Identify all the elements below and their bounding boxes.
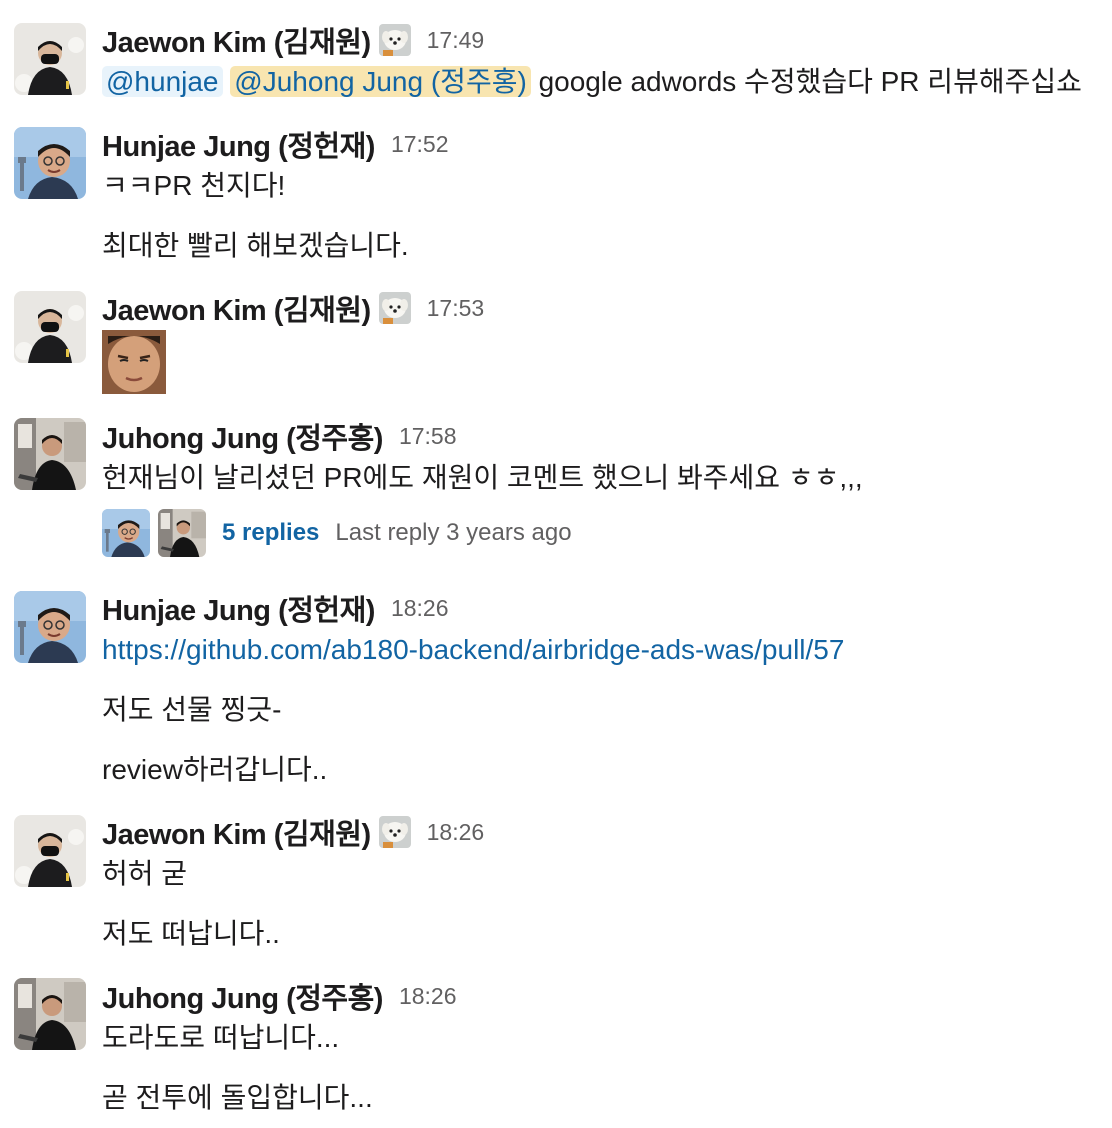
author-name[interactable]: Hunjae Jung (정헌재): [102, 587, 375, 629]
avatar-juhong[interactable]: [14, 978, 86, 1050]
message-text: 저도 선물 찡긋-: [102, 694, 282, 725]
message-header: Jaewon Kim (김재원) 17:49: [102, 20, 484, 60]
avatar-jaewon[interactable]: [14, 815, 86, 887]
timestamp[interactable]: 18:26: [391, 595, 449, 622]
avatar-jaewon[interactable]: [14, 291, 86, 363]
timestamp[interactable]: 17:53: [427, 295, 485, 322]
message-header: Hunjae Jung (정헌재) 18:26: [102, 588, 449, 628]
puppy-status-icon[interactable]: [379, 292, 411, 324]
message-text: 최대한 빨리 해보겠습니다.: [102, 230, 409, 261]
timestamp[interactable]: 17:58: [399, 423, 457, 450]
message-text: https://github.com/ab180-backend/airbrid…: [102, 630, 844, 670]
face-image[interactable]: [102, 330, 166, 394]
message-text: 곧 전투에 돌입합니다...: [102, 1082, 373, 1113]
message-text: 헌재님이 날리셨던 PR에도 재원이 코멘트 했으니 봐주세요 ㅎㅎ,,,: [102, 462, 863, 493]
timestamp[interactable]: 17:52: [391, 131, 449, 158]
author-name[interactable]: Jaewon Kim (김재원): [102, 19, 371, 61]
author-name[interactable]: Juhong Jung (정주홍): [102, 975, 383, 1017]
timestamp[interactable]: 18:26: [399, 983, 457, 1010]
thread-last-reply: Last reply 3 years ago: [335, 519, 572, 546]
timestamp[interactable]: 17:49: [427, 27, 485, 54]
puppy-status-icon[interactable]: [379, 24, 411, 56]
avatar-jaewon[interactable]: [14, 23, 86, 95]
github-pr-link[interactable]: https://github.com/ab180-backend/airbrid…: [102, 634, 844, 665]
message-text: ㅋㅋPR 천지다!: [102, 170, 286, 201]
mention-hunjae[interactable]: @hunjae: [102, 66, 223, 97]
timestamp[interactable]: 18:26: [427, 819, 485, 846]
avatar-juhong[interactable]: [14, 418, 86, 490]
thread-summary[interactable]: 5 replies Last reply 3 years ago: [102, 508, 572, 558]
message-text: review하러갑니다..: [102, 754, 328, 785]
thread-avatar-hunjae: [102, 509, 150, 557]
message-text: 허허 굳: [102, 858, 188, 889]
avatar-hunjae[interactable]: [14, 591, 86, 663]
puppy-status-icon[interactable]: [379, 816, 411, 848]
author-name[interactable]: Juhong Jung (정주홍): [102, 415, 383, 457]
mention-juhong[interactable]: @Juhong Jung (정주홍): [230, 66, 531, 97]
author-name[interactable]: Jaewon Kim (김재원): [102, 811, 371, 853]
message-header: Jaewon Kim (김재원) 17:53: [102, 288, 484, 328]
avatar-hunjae[interactable]: [14, 127, 86, 199]
author-name[interactable]: Jaewon Kim (김재원): [102, 287, 371, 329]
message-header: Jaewon Kim (김재원) 18:26: [102, 812, 484, 852]
message-text: @hunjae @Juhong Jung (정주홍) google adword…: [102, 62, 1082, 102]
message-header: Juhong Jung (정주홍) 18:26: [102, 976, 457, 1016]
message-body: google adwords 수정했습다 PR 리뷰해주십쇼: [538, 66, 1082, 97]
author-name[interactable]: Hunjae Jung (정헌재): [102, 123, 375, 165]
message-header: Juhong Jung (정주홍) 17:58: [102, 416, 457, 456]
message-text: 도라도로 떠납니다...: [102, 1022, 340, 1053]
thread-replies-link[interactable]: 5 replies: [222, 519, 319, 547]
thread-avatar-juhong: [158, 509, 206, 557]
message-text: 저도 떠납니다..: [102, 918, 280, 949]
message-header: Hunjae Jung (정헌재) 17:52: [102, 124, 449, 164]
